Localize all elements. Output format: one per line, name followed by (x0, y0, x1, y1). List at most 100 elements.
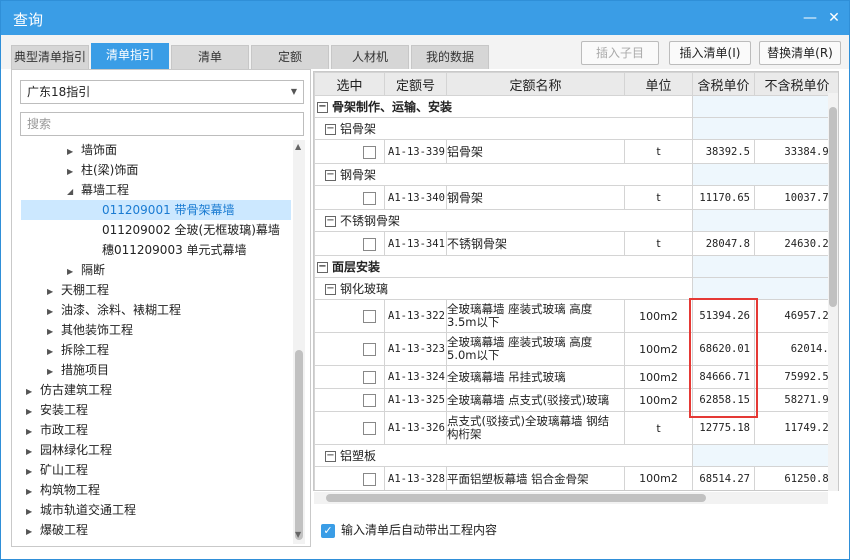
table-row[interactable]: A1-13-340 钢骨架 t 11170.65 10037.78 (314, 185, 838, 210)
subgroup-row[interactable]: − 钢化玻璃 (314, 277, 838, 300)
tree-node-label: 拆除工程 (61, 343, 110, 357)
tree-node[interactable]: 011209002 全玻(无框玻璃)幕墙 (102, 220, 280, 240)
tree-node[interactable]: ▶ 构筑物工程 (26, 480, 100, 500)
expand-arrow-icon[interactable]: ▶ (67, 142, 81, 162)
table-row[interactable]: A1-13-323 全玻璃幕墙 座装式玻璃 高度 5.0m以下 100m2 68620.… (314, 332, 838, 366)
subgroup-row[interactable]: − 铝塑板 (314, 444, 838, 467)
expand-arrow-icon[interactable]: ▶ (26, 402, 40, 422)
checkbox-checked-icon[interactable]: ✓ (321, 523, 335, 538)
table-header-row: 选中 定额号 定额名称 单位 含税单价 不含税单价 (314, 72, 838, 96)
table-row[interactable]: A1-13-322 全玻璃幕墙 座装式玻璃 高度 3.5m以下 100m2 51394.… (314, 299, 838, 333)
collapse-icon[interactable]: − (317, 102, 328, 113)
tab-typical-list-guide[interactable]: 典型清单指引 (11, 45, 89, 69)
collapse-icon[interactable]: − (325, 124, 336, 135)
expand-arrow-icon[interactable]: ▶ (26, 442, 40, 462)
row-checkbox[interactable] (363, 191, 376, 205)
tree-node[interactable]: ▶ 仿古建筑工程 (26, 380, 112, 400)
tree-node[interactable]: ▶ 爆破工程 (26, 520, 88, 540)
scroll-down-icon[interactable]: ▼ (295, 530, 301, 539)
table-row[interactable]: A1-13-324 全玻璃幕墙 吊挂式玻璃 100m2 84666.71 75992.5… (314, 365, 838, 389)
tree-node[interactable]: ▶ 柱(梁)饰面 (67, 160, 138, 180)
collapse-arrow-icon[interactable]: ◢ (67, 182, 81, 202)
scrollbar-thumb[interactable] (326, 494, 706, 502)
insert-list-button[interactable]: 插入清单(I) (669, 41, 751, 65)
tree-node-label: 仿古建筑工程 (40, 383, 113, 397)
guide-select[interactable]: 广东18指引 ▼ (20, 80, 304, 104)
collapse-icon[interactable]: − (325, 451, 336, 462)
tree-node[interactable]: ▶ 园林绿化工程 (26, 440, 112, 460)
expand-arrow-icon[interactable]: ▶ (47, 362, 61, 382)
expand-arrow-icon[interactable]: ▶ (26, 522, 40, 542)
row-checkbox[interactable] (363, 145, 376, 159)
tree-node[interactable]: ▶ 措施项目 (47, 360, 109, 380)
expand-arrow-icon[interactable]: ▶ (26, 482, 40, 502)
minimize-icon[interactable]: — (799, 7, 821, 29)
expand-arrow-icon[interactable]: ▶ (26, 502, 40, 522)
tab-list-guide[interactable]: 清单指引 (91, 43, 169, 69)
tree-node[interactable]: ▶ 隔断 (67, 260, 105, 280)
row-name: 全玻璃幕墙 吊挂式玻璃 (446, 365, 625, 389)
row-unit: 100m2 (624, 466, 693, 490)
row-checkbox[interactable] (363, 343, 376, 356)
collapse-icon[interactable]: − (325, 170, 336, 181)
tree-node[interactable]: ▶ 拆除工程 (47, 340, 109, 360)
tab-list[interactable]: 清单 (171, 45, 249, 69)
row-checkbox[interactable] (363, 237, 376, 251)
table-row[interactable]: A1-13-328 平面铝塑板幕墙 铝合金骨架 100m2 68514.27 61250… (314, 466, 838, 490)
tree-scrollbar[interactable]: ▲ ▼ (293, 140, 305, 544)
row-checkbox[interactable] (363, 371, 376, 384)
expand-arrow-icon[interactable]: ▶ (26, 422, 40, 442)
tree-node[interactable]: ▶ 矿山工程 (26, 460, 88, 480)
grid-vertical-scrollbar[interactable] (828, 93, 838, 491)
subgroup-row[interactable]: − 不锈钢骨架 (314, 209, 838, 232)
collapse-icon[interactable]: − (325, 216, 336, 227)
table-row[interactable]: A1-13-325 全玻璃幕墙 点支式(驳接式)玻璃 100m2 62858.15 58… (314, 388, 838, 412)
search-input[interactable]: 搜索 (20, 112, 304, 136)
collapse-icon[interactable]: − (325, 284, 336, 295)
row-checkbox[interactable] (363, 310, 376, 323)
expand-arrow-icon[interactable]: ▶ (26, 382, 40, 402)
scrollbar-thumb[interactable] (295, 350, 303, 540)
tab-labor-material-machine[interactable]: 人材机 (331, 45, 409, 69)
expand-arrow-icon[interactable]: ▶ (47, 302, 61, 322)
row-unit: 100m2 (624, 332, 693, 366)
group-row[interactable]: − 面层安装 (314, 255, 838, 278)
expand-arrow-icon[interactable]: ▶ (67, 262, 81, 282)
tree-node[interactable]: ◢ 幕墙工程 (67, 180, 129, 200)
auto-content-option[interactable]: ✓ 输入清单后自动带出工程内容 (321, 521, 497, 539)
tab-quota[interactable]: 定额 (251, 45, 329, 69)
tree-node[interactable]: ▶ 安装工程 (26, 400, 88, 420)
subgroup-row[interactable]: − 钢骨架 (314, 163, 838, 186)
row-checkbox[interactable] (363, 394, 376, 407)
tab-my-data[interactable]: 我的数据 (411, 45, 489, 69)
insert-child-button[interactable]: 插入子目 (581, 41, 659, 65)
tree-node[interactable]: ▶ 油漆、涂料、裱糊工程 (47, 300, 181, 320)
collapse-icon[interactable]: − (317, 262, 328, 273)
table-row[interactable]: A1-13-326 点支式(驳接式)全玻璃幕墙 钢结 构桁架 t 12775.18 117… (314, 411, 838, 445)
expand-arrow-icon[interactable]: ▶ (47, 282, 61, 302)
row-name: 全玻璃幕墙 座装式玻璃 高度 (447, 302, 593, 316)
expand-arrow-icon[interactable]: ▶ (47, 342, 61, 362)
table-row[interactable]: A1-13-341 不锈钢骨架 t 28047.8 24630.24 (314, 231, 838, 256)
tree-node-selected[interactable]: 011209001 带骨架幕墙 (21, 200, 291, 220)
tree-node[interactable]: ▶ 墙饰面 (67, 140, 117, 160)
close-icon[interactable]: ✕ (823, 7, 845, 29)
scroll-up-icon[interactable]: ▲ (295, 142, 301, 151)
replace-list-button[interactable]: 替换清单(R) (759, 41, 841, 65)
tree-node[interactable]: ▶ 其他装饰工程 (47, 320, 133, 340)
expand-arrow-icon[interactable]: ▶ (47, 322, 61, 342)
tree-node[interactable]: ▶ 城市轨道交通工程 (26, 500, 136, 520)
group-row[interactable]: − 骨架制作、运输、安装 (314, 95, 838, 118)
scrollbar-thumb[interactable] (829, 107, 837, 307)
grid-horizontal-scrollbar[interactable] (314, 492, 828, 504)
row-checkbox[interactable] (363, 422, 376, 435)
row-checkbox[interactable] (363, 472, 376, 486)
tree-node[interactable]: ▶ 天棚工程 (47, 280, 109, 300)
expand-arrow-icon[interactable]: ▶ (67, 162, 81, 182)
table-row[interactable]: A1-13-339 铝骨架 t 38392.5 33384.99 (314, 139, 838, 164)
expand-arrow-icon[interactable]: ▶ (26, 462, 40, 482)
tree-node[interactable]: ▶ 市政工程 (26, 420, 88, 440)
tree-node[interactable]: 穗011209003 单元式幕墙 (102, 240, 247, 260)
row-name: 钢骨架 (446, 185, 625, 210)
subgroup-row[interactable]: − 铝骨架 (314, 117, 838, 140)
